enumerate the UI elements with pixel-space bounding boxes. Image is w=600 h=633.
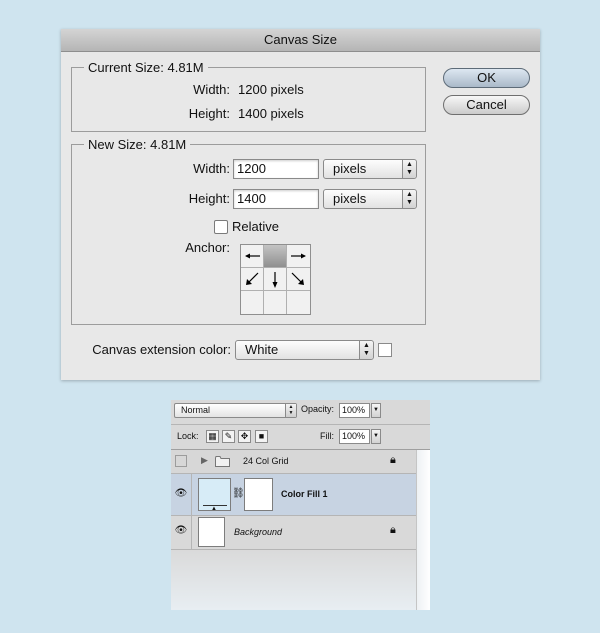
new-width-label: Width: <box>193 161 230 176</box>
height-unit-value: pixels <box>333 191 367 206</box>
lock-outline-icon: 🔒︎ <box>390 524 396 536</box>
lock-icon: 🔒︎ <box>390 454 396 466</box>
lock-label: Lock: <box>177 431 199 441</box>
current-height-value: 1400 pixels <box>238 106 304 121</box>
scrollbar[interactable] <box>416 450 430 610</box>
dialog-title: Canvas Size <box>61 29 540 52</box>
divider <box>191 516 192 550</box>
layer-name: 24 Col Grid <box>243 456 289 466</box>
extension-color-value: White <box>245 342 279 357</box>
fill-label: Fill: <box>320 431 334 441</box>
anchor-top-left[interactable] <box>241 245 264 268</box>
triangle-icon: ▲ <box>211 506 217 512</box>
arrow-right-icon <box>291 253 306 259</box>
updown-arrows-icon: ▲ ▼ <box>402 160 416 178</box>
anchor-middle-left[interactable] <box>241 268 264 291</box>
fill-thumbnail: ▲ <box>198 478 231 512</box>
current-height-label: Height: <box>188 106 230 121</box>
layer-row-group[interactable]: ▶ 24 Col Grid 🔒︎ <box>171 450 416 474</box>
anchor-top-center[interactable] <box>264 245 287 268</box>
extension-color-swatch[interactable] <box>378 343 392 357</box>
extension-color-label: Canvas extension color: <box>92 342 231 357</box>
updown-arrows-icon: ▲ ▼ <box>359 341 373 359</box>
anchor-bottom-left[interactable] <box>241 291 264 314</box>
lock-transparent-icon[interactable]: ▦ <box>206 430 219 443</box>
current-size-legend: Current Size: 4.81M <box>88 60 204 75</box>
lock-all-icon[interactable]: ■ <box>255 430 268 443</box>
arrow-left-icon <box>245 253 260 259</box>
ok-button[interactable]: OK <box>443 68 530 88</box>
blend-mode-value: Normal <box>181 405 211 415</box>
anchor-grid <box>240 244 311 315</box>
width-input[interactable]: 1200 <box>233 159 319 179</box>
width-unit-value: pixels <box>333 161 367 176</box>
arrow-down-right-icon <box>291 272 304 285</box>
folder-icon <box>215 456 230 467</box>
canvas-size-dialog: Canvas Size Current Size: 4.81M Width: 1… <box>61 29 540 380</box>
layer-name: Background <box>234 527 283 537</box>
fill-dropdown-icon[interactable]: ▼ <box>371 429 381 444</box>
height-unit-select[interactable]: pixels ▲ ▼ <box>323 189 417 209</box>
divider <box>171 424 430 425</box>
relative-label: Relative <box>232 219 279 234</box>
opacity-input[interactable]: 100% <box>339 403 370 418</box>
layer-row-color-fill[interactable]: 👁︎ ▲ ⛓︎ Color Fill 1 <box>171 474 416 516</box>
updown-arrows-icon: ▲ ▼ <box>402 190 416 208</box>
height-input[interactable]: 1400 <box>233 189 319 209</box>
cancel-button[interactable]: Cancel <box>443 95 530 115</box>
eye-icon[interactable]: 👁︎ <box>174 524 188 538</box>
anchor-top-right[interactable] <box>287 245 310 268</box>
arrow-down-left-icon <box>246 272 259 285</box>
fill-input[interactable]: 100% <box>339 429 370 444</box>
relative-checkbox[interactable] <box>214 220 228 234</box>
current-width-label: Width: <box>193 82 230 97</box>
current-width-value: 1200 pixels <box>238 82 304 97</box>
layer-row-background[interactable]: 👁︎ Background 🔒︎ <box>171 516 416 550</box>
updown-arrows-icon: ▲ ▼ <box>285 404 296 417</box>
new-height-label: Height: <box>188 191 230 206</box>
anchor-bottom-center[interactable] <box>264 291 287 314</box>
chain-link-icon[interactable]: ⛓︎ <box>232 488 245 499</box>
extension-color-select[interactable]: White ▲ ▼ <box>235 340 374 360</box>
expand-triangle-icon[interactable]: ▶ <box>201 455 208 466</box>
anchor-bottom-right[interactable] <box>287 291 310 314</box>
new-size-legend: New Size: 4.81M <box>88 137 187 152</box>
mask-thumbnail[interactable] <box>244 478 273 511</box>
opacity-label: Opacity: <box>301 404 335 414</box>
lock-position-icon[interactable]: ✥ <box>238 430 251 443</box>
anchor-label: Anchor: <box>185 240 230 255</box>
blend-mode-select[interactable]: Normal ▲ ▼ <box>174 403 297 418</box>
visibility-toggle[interactable] <box>175 455 187 467</box>
anchor-middle-center[interactable] <box>264 268 287 291</box>
arrow-down-icon <box>272 272 278 288</box>
layer-name: Color Fill 1 <box>281 489 328 499</box>
anchor-middle-right[interactable] <box>287 268 310 291</box>
lock-image-icon[interactable]: ✎ <box>222 430 235 443</box>
eye-icon[interactable]: 👁︎ <box>174 487 188 501</box>
background-thumbnail <box>198 517 225 547</box>
divider <box>191 474 192 516</box>
width-unit-select[interactable]: pixels ▲ ▼ <box>323 159 417 179</box>
opacity-dropdown-icon[interactable]: ▼ <box>371 403 381 418</box>
